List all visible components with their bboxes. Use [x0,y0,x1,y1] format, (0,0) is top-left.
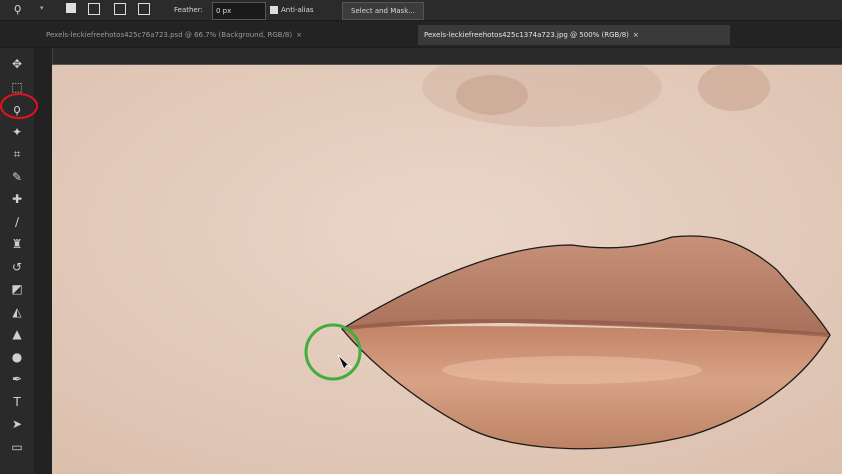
blur-tool-icon[interactable]: ▲ [6,324,28,344]
tab-document-jpg[interactable]: Pexels-leckiefreehotos425c1374a723.jpg @… [418,25,730,45]
tab-label: Pexels-leckiefreehotos425c1374a723.jpg @… [424,31,629,39]
tab-document-psd[interactable]: Pexels-leckiefreehotos425c76a723.psd @ 6… [40,25,410,45]
chevron-down-icon[interactable]: ▾ [40,4,44,12]
clone-stamp-tool-icon[interactable]: ♜ [6,234,28,254]
new-selection-icon[interactable] [66,3,76,13]
highlight-circle-red [0,93,38,119]
gradient-tool-icon[interactable]: ◭ [6,302,28,322]
canvas-image [52,65,842,474]
feather-input[interactable]: 0 px [212,2,266,20]
tab-label: Pexels-leckiefreehotos425c76a723.psd @ 6… [46,31,293,39]
pen-tool-icon[interactable]: ✒ [6,369,28,389]
crop-tool-icon[interactable]: ⌗ [6,144,28,164]
close-icon[interactable]: × [633,31,639,39]
document-tab-bar: Pexels-leckiefreehotos425c76a723.psd @ 6… [0,21,842,47]
path-selection-tool-icon[interactable]: ➤ [6,414,28,434]
eyedropper-tool-icon[interactable]: ✎ [6,167,28,187]
document-canvas[interactable] [52,65,842,474]
eraser-tool-icon[interactable]: ◩ [6,279,28,299]
magic-wand-tool-icon[interactable]: ✦ [6,122,28,142]
tool-preset-icon[interactable]: ϙ [14,1,21,15]
select-and-mask-button[interactable]: Select and Mask... [342,2,424,20]
brush-tool-icon[interactable]: ∕ [6,212,28,232]
options-bar: ϙ ▾ Feather: 0 px Anti-alias Select and … [0,0,842,21]
horizontal-ruler [52,48,842,65]
antialias-checkbox[interactable]: Anti-alias [270,2,314,18]
close-icon[interactable]: × [296,31,302,39]
healing-brush-tool-icon[interactable]: ✚ [6,189,28,209]
subtract-selection-icon[interactable] [114,3,126,15]
type-tool-icon[interactable]: T [6,392,28,412]
feather-label: Feather: [174,6,203,14]
checkbox-icon [270,6,278,14]
shape-tool-icon[interactable]: ▭ [6,437,28,457]
add-selection-icon[interactable] [88,3,100,15]
intersect-selection-icon[interactable] [138,3,150,15]
history-brush-tool-icon[interactable]: ↺ [6,257,28,277]
dodge-tool-icon[interactable]: ● [6,347,28,367]
antialias-label: Anti-alias [281,6,314,14]
move-tool-icon[interactable]: ✥ [6,54,28,74]
